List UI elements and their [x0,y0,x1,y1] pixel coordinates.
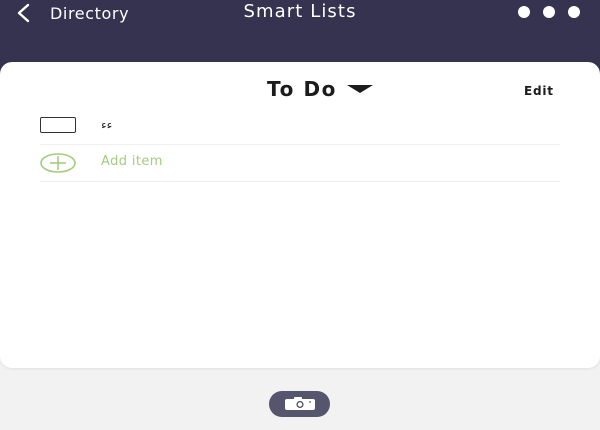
more-dots-icon [568,6,580,18]
more-dots-icon [543,6,555,18]
chevron-left-icon [17,3,30,23]
list-item: ءء [40,108,560,145]
caret-down-icon [347,84,374,93]
add-circle-icon[interactable] [40,153,76,173]
camera-icon [284,397,315,410]
list-title: To Do [266,77,338,101]
list-title-dropdown[interactable]: To Do [266,77,374,101]
back-button-label: Directory [50,3,130,23]
add-item-label[interactable]: Add item [101,154,163,169]
item-text[interactable]: ءء [101,118,112,132]
camera-button[interactable] [269,391,330,417]
more-dots-icon [518,6,530,18]
edit-button[interactable]: Edit [524,84,554,98]
item-checkbox[interactable] [40,117,76,133]
list-card: To Do Edit ءء Add item [0,62,600,368]
back-button[interactable]: Directory [14,1,129,25]
add-item-row[interactable]: Add item [40,145,560,182]
list-title-selector: To Do [0,77,600,101]
more-options-button[interactable] [518,4,580,20]
